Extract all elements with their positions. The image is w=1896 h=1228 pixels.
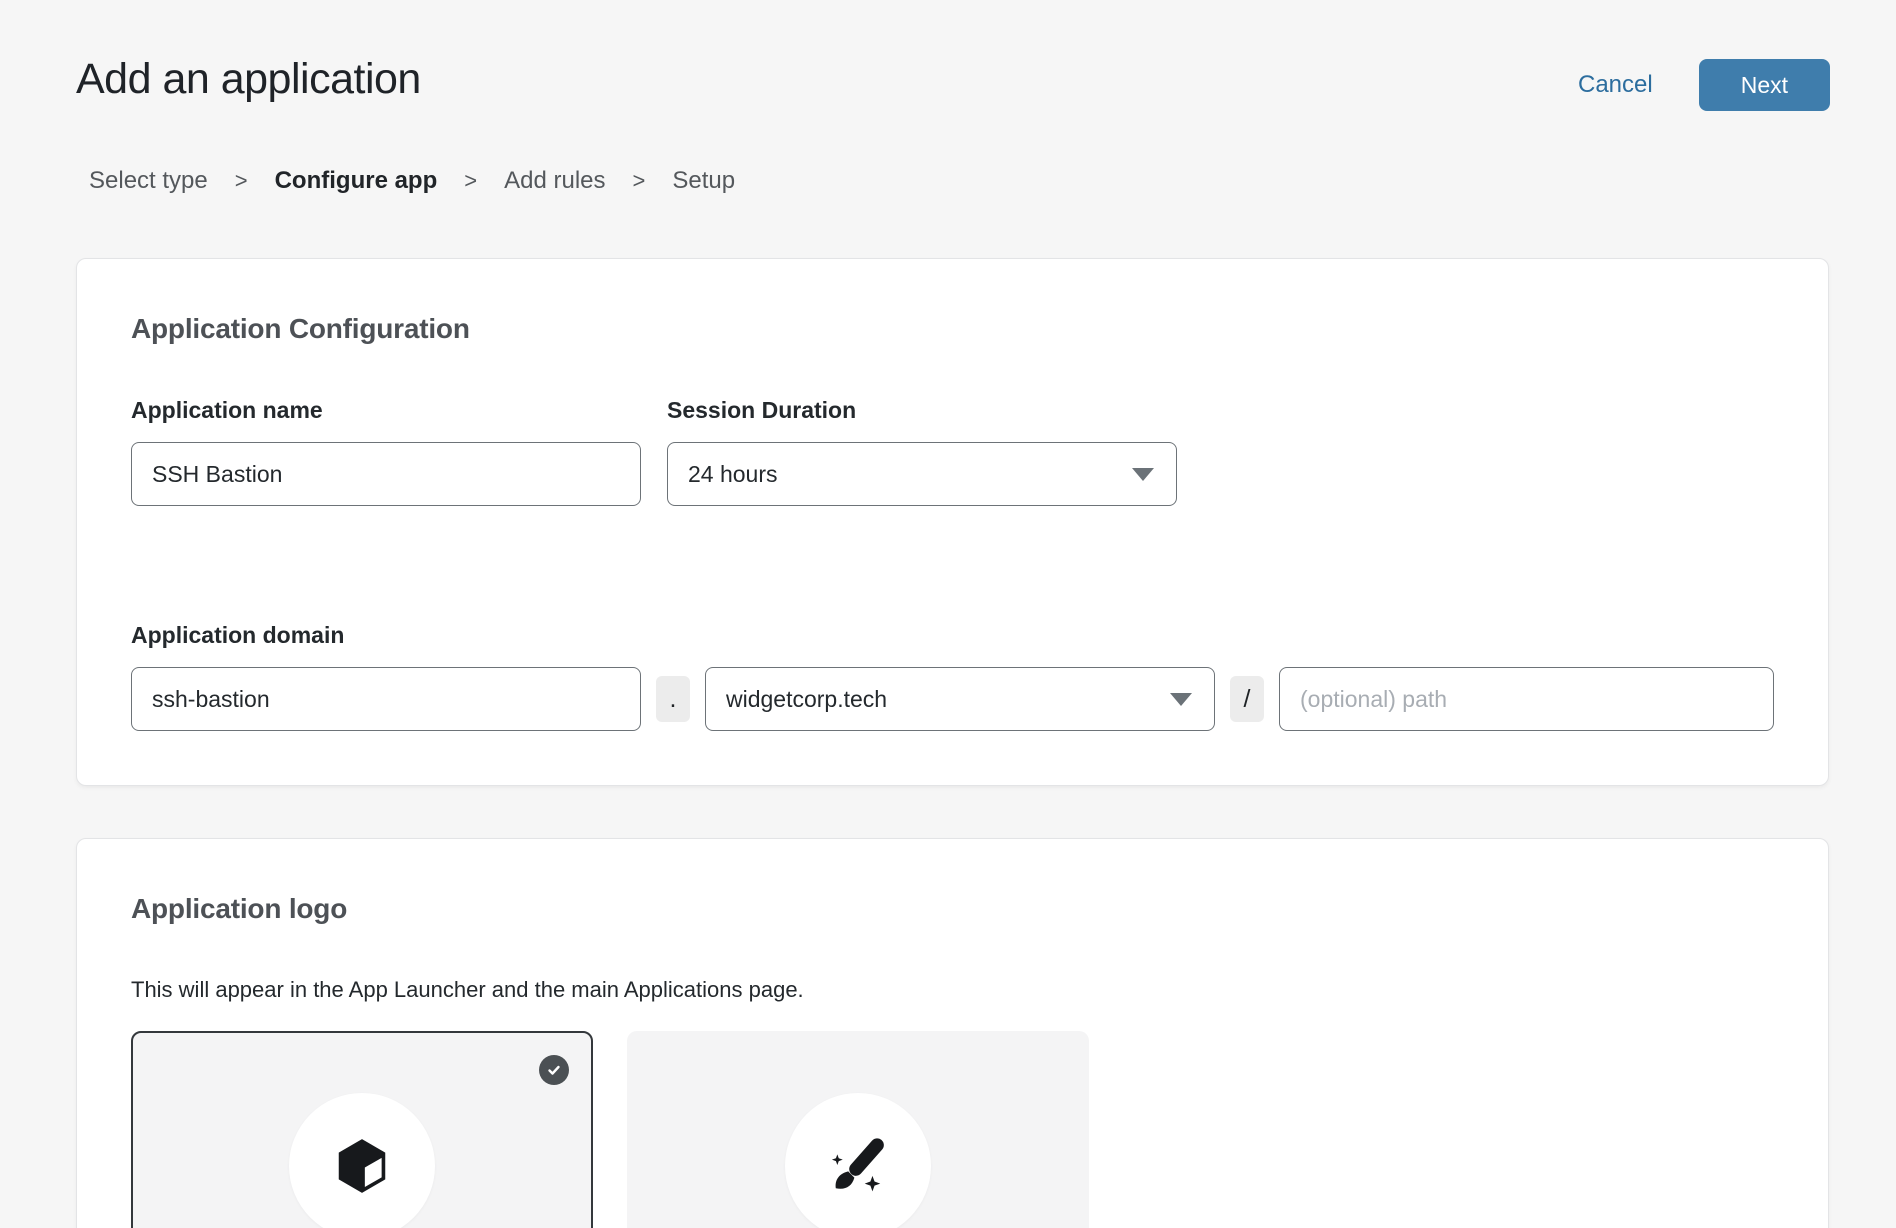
logo-option-tiles — [131, 1031, 1774, 1228]
application-configuration-card: Application Configuration Application na… — [76, 258, 1829, 786]
logo-description: This will appear in the App Launcher and… — [131, 977, 1774, 1003]
application-logo-card: Application logo This will appear in the… — [76, 838, 1829, 1228]
breadcrumb-separator: > — [464, 168, 477, 194]
page-title: Add an application — [76, 55, 421, 104]
name-session-row: Application name Session Duration 24 hou… — [131, 397, 1774, 506]
application-domain-label: Application domain — [131, 622, 1774, 649]
next-button[interactable]: Next — [1699, 59, 1830, 111]
add-application-page: Add an application Cancel Next Select ty… — [0, 0, 1896, 1228]
path-input[interactable] — [1279, 667, 1774, 731]
logo-option-default[interactable] — [131, 1031, 593, 1228]
default-logo-circle — [289, 1093, 435, 1228]
selected-badge — [539, 1055, 569, 1085]
session-duration-select[interactable]: 24 hours — [667, 442, 1177, 506]
dot-separator: . — [656, 676, 690, 722]
domain-select-value: widgetcorp.tech — [726, 686, 887, 713]
breadcrumb-separator: > — [235, 168, 248, 194]
paintbrush-sparkle-icon — [827, 1135, 889, 1197]
breadcrumb-step-add-rules[interactable]: Add rules — [504, 167, 605, 195]
page-header: Add an application Cancel Next — [76, 55, 1830, 111]
slash-separator: / — [1230, 676, 1264, 722]
application-name-field-group: Application name — [131, 397, 641, 506]
logo-option-custom[interactable] — [627, 1031, 1089, 1228]
header-actions: Cancel Next — [1578, 59, 1830, 111]
session-duration-label: Session Duration — [667, 397, 1177, 424]
custom-logo-circle — [785, 1093, 931, 1228]
application-name-label: Application name — [131, 397, 641, 424]
domain-select[interactable]: widgetcorp.tech — [705, 667, 1215, 731]
application-name-input[interactable] — [131, 442, 641, 506]
session-duration-field-group: Session Duration 24 hours — [667, 397, 1177, 506]
subdomain-input[interactable] — [131, 667, 641, 731]
cancel-button[interactable]: Cancel — [1578, 71, 1653, 99]
configuration-heading: Application Configuration — [131, 313, 1774, 345]
application-domain-field-group: Application domain . widgetcorp.tech / — [131, 622, 1774, 731]
session-duration-value: 24 hours — [688, 461, 778, 488]
application-domain-row: . widgetcorp.tech / — [131, 667, 1774, 731]
breadcrumb-step-configure-app[interactable]: Configure app — [275, 167, 438, 195]
cube-icon — [331, 1135, 393, 1197]
check-icon — [546, 1062, 562, 1078]
wizard-breadcrumb: Select type > Configure app > Add rules … — [89, 167, 1830, 195]
breadcrumb-step-select-type[interactable]: Select type — [89, 167, 208, 195]
breadcrumb-separator: > — [633, 168, 646, 194]
breadcrumb-step-setup[interactable]: Setup — [672, 167, 735, 195]
caret-down-icon — [1132, 468, 1154, 481]
caret-down-icon — [1170, 693, 1192, 706]
logo-heading: Application logo — [131, 893, 1774, 925]
